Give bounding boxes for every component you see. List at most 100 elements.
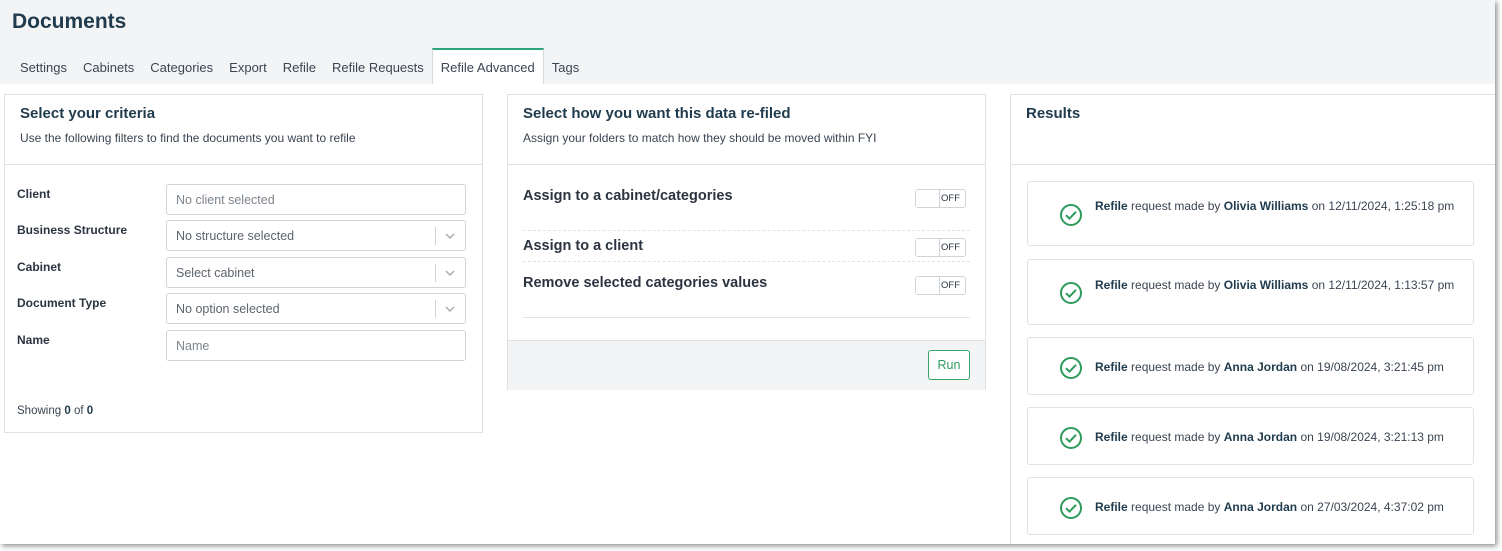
chevron-down-icon [445,270,455,276]
toggle-state: OFF [941,193,960,204]
result-action: Refile [1095,278,1128,292]
toggle-state: OFF [941,280,960,291]
option-remove-categories-label: Remove selected categories values [523,275,768,291]
result-user: Anna Jordan [1223,500,1298,514]
select-separator [435,227,436,245]
assign-cabinet-toggle[interactable]: OFF [915,189,966,208]
check-circle-icon [1060,427,1082,449]
run-button[interactable]: Run [928,350,970,380]
criteria-subtitle: Use the following filters to find the do… [20,131,356,145]
results-panel-header: Results [1011,95,1495,165]
toggle-knob [916,277,940,294]
result-timestamp: 19/08/2024, 3:21:45 pm [1317,360,1444,374]
result-action: Refile [1095,430,1128,444]
document-type-value: No option selected [176,302,280,316]
criteria-panel-header: Select your criteria Use the following f… [5,95,482,165]
check-circle-icon [1060,497,1082,519]
result-item: Refile request made by Olivia Williams o… [1027,181,1474,246]
client-label: Client [17,187,51,201]
check-circle-icon [1060,282,1082,304]
toggle-knob [916,239,940,256]
criteria-title: Select your criteria [20,105,156,122]
result-text: Refile request made by Anna Jordan on 19… [1095,358,1459,376]
business-structure-value: No structure selected [176,229,295,243]
divider [523,317,970,318]
client-input[interactable] [166,184,466,215]
result-user: Olivia Williams [1223,278,1309,292]
result-item: Refile request made by Anna Jordan on 19… [1027,407,1474,465]
result-middle: request made by [1131,199,1221,213]
refile-title: Select how you want this data re-filed [523,105,791,122]
select-separator [435,264,436,282]
tab-refile[interactable]: Refile [275,49,324,85]
business-structure-select[interactable]: No structure selected [166,220,466,251]
result-action: Refile [1095,199,1128,213]
page-header: Documents Settings Cabinets Categories E… [0,0,1495,84]
tab-refile-requests[interactable]: Refile Requests [324,49,432,85]
cabinet-select[interactable]: Select cabinet [166,257,466,288]
refile-panel-footer: Run [508,340,985,390]
divider [523,230,970,231]
assign-client-toggle[interactable]: OFF [915,238,966,257]
toggle-knob [916,190,940,207]
chevron-down-icon [445,306,455,312]
tab-refile-advanced[interactable]: Refile Advanced [431,48,544,84]
result-middle: request made by [1131,430,1221,444]
showing-prefix: Showing [17,405,62,417]
result-timestamp: 19/08/2024, 3:21:13 pm [1317,430,1444,444]
refile-subtitle: Assign your folders to match how they sh… [523,131,877,145]
cabinet-value: Select cabinet [176,266,255,280]
name-input[interactable] [166,330,466,361]
showing-from: 0 [64,405,71,417]
tab-cabinets[interactable]: Cabinets [75,49,142,85]
result-item: Refile request made by Anna Jordan on 27… [1027,477,1474,535]
result-text: Refile request made by Anna Jordan on 19… [1095,428,1459,446]
document-type-select[interactable]: No option selected [166,293,466,324]
result-middle: request made by [1131,360,1221,374]
result-on: on [1300,360,1314,374]
result-timestamp: 12/11/2024, 1:25:18 pm [1328,199,1455,213]
result-user: Olivia Williams [1223,199,1309,213]
result-on: on [1311,199,1326,213]
result-on: on [1311,278,1326,292]
chevron-down-icon [445,233,455,239]
remove-categories-toggle[interactable]: OFF [915,276,966,295]
result-user: Anna Jordan [1223,430,1298,444]
check-circle-icon [1060,204,1082,226]
refile-panel-header: Select how you want this data re-filed A… [508,95,985,165]
result-on: on [1300,430,1314,444]
showing-of: of [73,405,84,417]
divider [523,261,970,262]
name-label: Name [17,333,50,347]
option-assign-client-label: Assign to a client [523,238,644,254]
app-window: Documents Settings Cabinets Categories E… [0,0,1495,544]
tab-export[interactable]: Export [221,49,275,85]
result-item: Refile request made by Olivia Williams o… [1027,259,1474,325]
result-text: Refile request made by Olivia Williams o… [1095,276,1459,294]
page-title: Documents [12,10,127,33]
result-action: Refile [1095,500,1128,514]
result-text: Refile request made by Anna Jordan on 27… [1095,498,1459,516]
result-middle: request made by [1131,500,1221,514]
business-structure-label: Business Structure [17,223,128,237]
criteria-panel: Select your criteria Use the following f… [4,94,483,433]
result-timestamp: 12/11/2024, 1:13:57 pm [1328,278,1455,292]
refile-panel: Select how you want this data re-filed A… [507,94,986,390]
result-on: on [1300,500,1314,514]
results-title: Results [1026,105,1081,122]
results-count: Showing 0 of 0 [17,405,93,417]
tab-settings[interactable]: Settings [12,49,75,85]
tab-bar: Settings Cabinets Categories Export Refi… [12,48,587,84]
result-timestamp: 27/03/2024, 4:37:02 pm [1317,500,1444,514]
tab-tags[interactable]: Tags [544,49,587,85]
showing-total: 0 [86,405,94,417]
document-type-label: Document Type [17,296,107,310]
result-middle: request made by [1131,278,1221,292]
result-text: Refile request made by Olivia Williams o… [1095,197,1459,215]
select-separator [435,300,436,318]
toggle-state: OFF [941,242,960,253]
result-action: Refile [1095,360,1128,374]
tab-categories[interactable]: Categories [142,49,221,85]
result-item: Refile request made by Anna Jordan on 19… [1027,337,1474,395]
check-circle-icon [1060,357,1082,379]
